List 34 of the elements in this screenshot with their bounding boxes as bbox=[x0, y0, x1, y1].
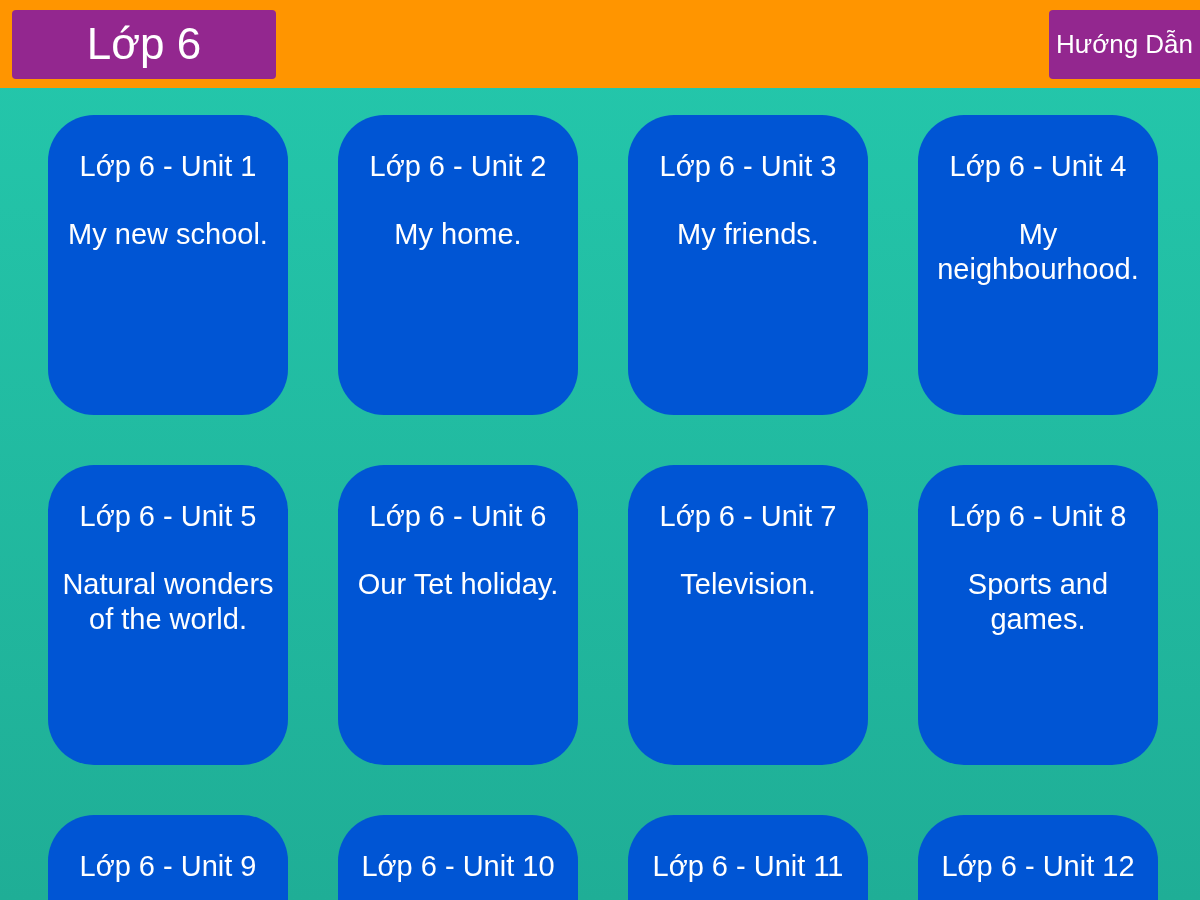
unit-topic: Natural wonders of the world. bbox=[61, 567, 275, 637]
unit-card[interactable]: Lớp 6 - Unit 1 My new school. bbox=[48, 115, 288, 415]
unit-card[interactable]: Lớp 6 - Unit 2 My home. bbox=[338, 115, 578, 415]
unit-topic: My friends. bbox=[677, 217, 819, 252]
unit-topic: My home. bbox=[394, 217, 522, 252]
unit-topic: Our Tet holiday. bbox=[357, 567, 559, 602]
unit-title: Lớp 6 - Unit 4 bbox=[949, 149, 1127, 184]
grade-title: Lớp 6 bbox=[12, 9, 276, 79]
unit-title: Lớp 6 - Unit 5 bbox=[79, 499, 257, 534]
unit-title: Lớp 6 - Unit 3 bbox=[659, 149, 837, 184]
unit-card[interactable]: Lớp 6 - Unit 6 Our Tet holiday. bbox=[338, 465, 578, 765]
unit-topic: My neighbourhood. bbox=[936, 217, 1140, 287]
unit-title: Lớp 6 - Unit 1 bbox=[79, 149, 257, 184]
unit-title: Lớp 6 - Unit 11 bbox=[652, 849, 844, 884]
unit-card[interactable]: Lớp 6 - Unit 4 My neighbourhood. bbox=[918, 115, 1158, 415]
unit-card[interactable]: Lớp 6 - Unit 9 bbox=[48, 815, 288, 900]
unit-topic: Sports and games. bbox=[966, 567, 1110, 637]
guide-button[interactable]: Hướng Dẫn bbox=[1049, 9, 1200, 79]
unit-title: Lớp 6 - Unit 8 bbox=[949, 499, 1127, 534]
unit-title: Lớp 6 - Unit 9 bbox=[79, 849, 257, 884]
unit-topic: My new school. bbox=[68, 217, 268, 252]
unit-card[interactable]: Lớp 6 - Unit 10 bbox=[338, 815, 578, 900]
unit-card[interactable]: Lớp 6 - Unit 5 Natural wonders of the world. bbox=[48, 465, 288, 765]
unit-card[interactable]: Lớp 6 - Unit 11 bbox=[628, 815, 868, 900]
unit-card[interactable]: Lớp 6 - Unit 12 bbox=[918, 815, 1158, 900]
unit-title: Lớp 6 - Unit 2 bbox=[369, 149, 547, 184]
unit-title: Lớp 6 - Unit 7 bbox=[659, 499, 837, 534]
unit-title: Lớp 6 - Unit 6 bbox=[369, 499, 547, 534]
unit-card[interactable]: Lớp 6 - Unit 3 My friends. bbox=[628, 115, 868, 415]
unit-title: Lớp 6 - Unit 12 bbox=[941, 849, 1135, 884]
unit-title: Lớp 6 - Unit 10 bbox=[361, 849, 555, 884]
unit-card[interactable]: Lớp 6 - Unit 7 Television. bbox=[628, 465, 868, 765]
unit-card[interactable]: Lớp 6 - Unit 8 Sports and games. bbox=[918, 465, 1158, 765]
unit-topic: Television. bbox=[680, 567, 816, 602]
